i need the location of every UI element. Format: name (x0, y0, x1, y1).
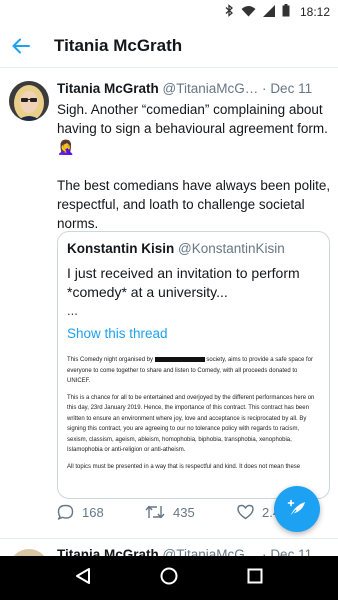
tweet-text-line-2: The best comedians have always been poli… (57, 178, 331, 231)
facepalm-emoji: 🤦‍♀️ (57, 139, 75, 155)
tweet-header: Titania McGrath @TitaniaMcG… · Dec 11 (57, 81, 331, 96)
tweet-date[interactable]: Dec 11 (270, 81, 312, 96)
next-tweet-header: Titania McGrath @TitaniaMcG… · Dec 11 (57, 547, 312, 556)
retweet-count: 435 (173, 504, 195, 520)
triangle-back-icon (75, 567, 90, 584)
tweet-text: Sigh. Another “comedian” complaining abo… (57, 100, 331, 233)
signal-icon (262, 4, 275, 20)
tweet-text-line-1: Sigh. Another “comedian” complaining abo… (57, 102, 328, 136)
compose-tweet-button[interactable] (274, 486, 320, 532)
doc-paragraph-2: This is a chance for all to be entertain… (67, 394, 315, 454)
quoted-author-name: Konstantin Kisin (67, 241, 175, 256)
next-separator-dot: · (262, 547, 267, 556)
author-name[interactable]: Titania McGrath (57, 81, 159, 96)
redaction-bar (154, 356, 205, 362)
back-arrow-icon (12, 38, 30, 53)
show-thread-link[interactable]: Show this thread (58, 318, 329, 341)
next-tweet-date: Dec 11 (270, 547, 313, 556)
feather-plus-icon (287, 499, 305, 518)
retweet-button[interactable]: 435 (145, 504, 237, 520)
separator-dot: · (262, 81, 267, 96)
next-author-handle: @TitaniaMcG… (162, 547, 259, 556)
circle-home-icon (160, 567, 178, 584)
quoted-tweet-text: I just received an invitation to perform… (67, 265, 300, 300)
next-tweet[interactable]: Titania McGrath @TitaniaMcG… · Dec 11 (0, 538, 338, 556)
square-recents-icon (247, 568, 263, 583)
quoted-author-handle: @KonstantinKisin (178, 241, 285, 256)
status-bar: 18:12 (0, 0, 338, 24)
back-nav-button[interactable] (75, 567, 91, 590)
system-nav-bar (0, 556, 338, 600)
quoted-tweet[interactable]: Konstantin Kisin @KonstantinKisin I just… (57, 231, 330, 499)
author-handle[interactable]: @TitaniaMcG… (163, 81, 259, 96)
next-author-name: Titania McGrath (57, 547, 159, 556)
battery-icon (282, 4, 290, 20)
doc-paragraph-3: All topics must be presented in a way th… (67, 463, 301, 470)
page-title: Titania McGrath (54, 35, 183, 55)
doc-paragraph-1a: This Comedy night organised by (67, 357, 154, 363)
next-tweet-avatar[interactable] (9, 549, 49, 556)
bluetooth-icon (225, 4, 234, 20)
reply-button[interactable]: 168 (57, 504, 145, 520)
tweet-content: Titania McGrath @TitaniaMcG… · Dec 11 Si… (57, 81, 331, 233)
quoted-tweet-ellipsis: ... (67, 303, 78, 318)
avatar[interactable] (9, 81, 49, 121)
clock: 18:12 (299, 5, 330, 19)
heart-icon (237, 504, 254, 520)
wifi-icon (241, 5, 256, 20)
back-button[interactable] (2, 24, 40, 68)
document-image[interactable]: This Comedy night organised by society, … (58, 341, 329, 472)
recents-nav-button[interactable] (247, 568, 263, 589)
retweet-icon (145, 505, 165, 519)
reply-icon (57, 504, 74, 520)
reply-count: 168 (82, 504, 104, 520)
home-nav-button[interactable] (160, 567, 178, 590)
quoted-tweet-header: Konstantin Kisin @KonstantinKisin (58, 232, 329, 256)
app-bar: Titania McGrath (0, 24, 338, 68)
